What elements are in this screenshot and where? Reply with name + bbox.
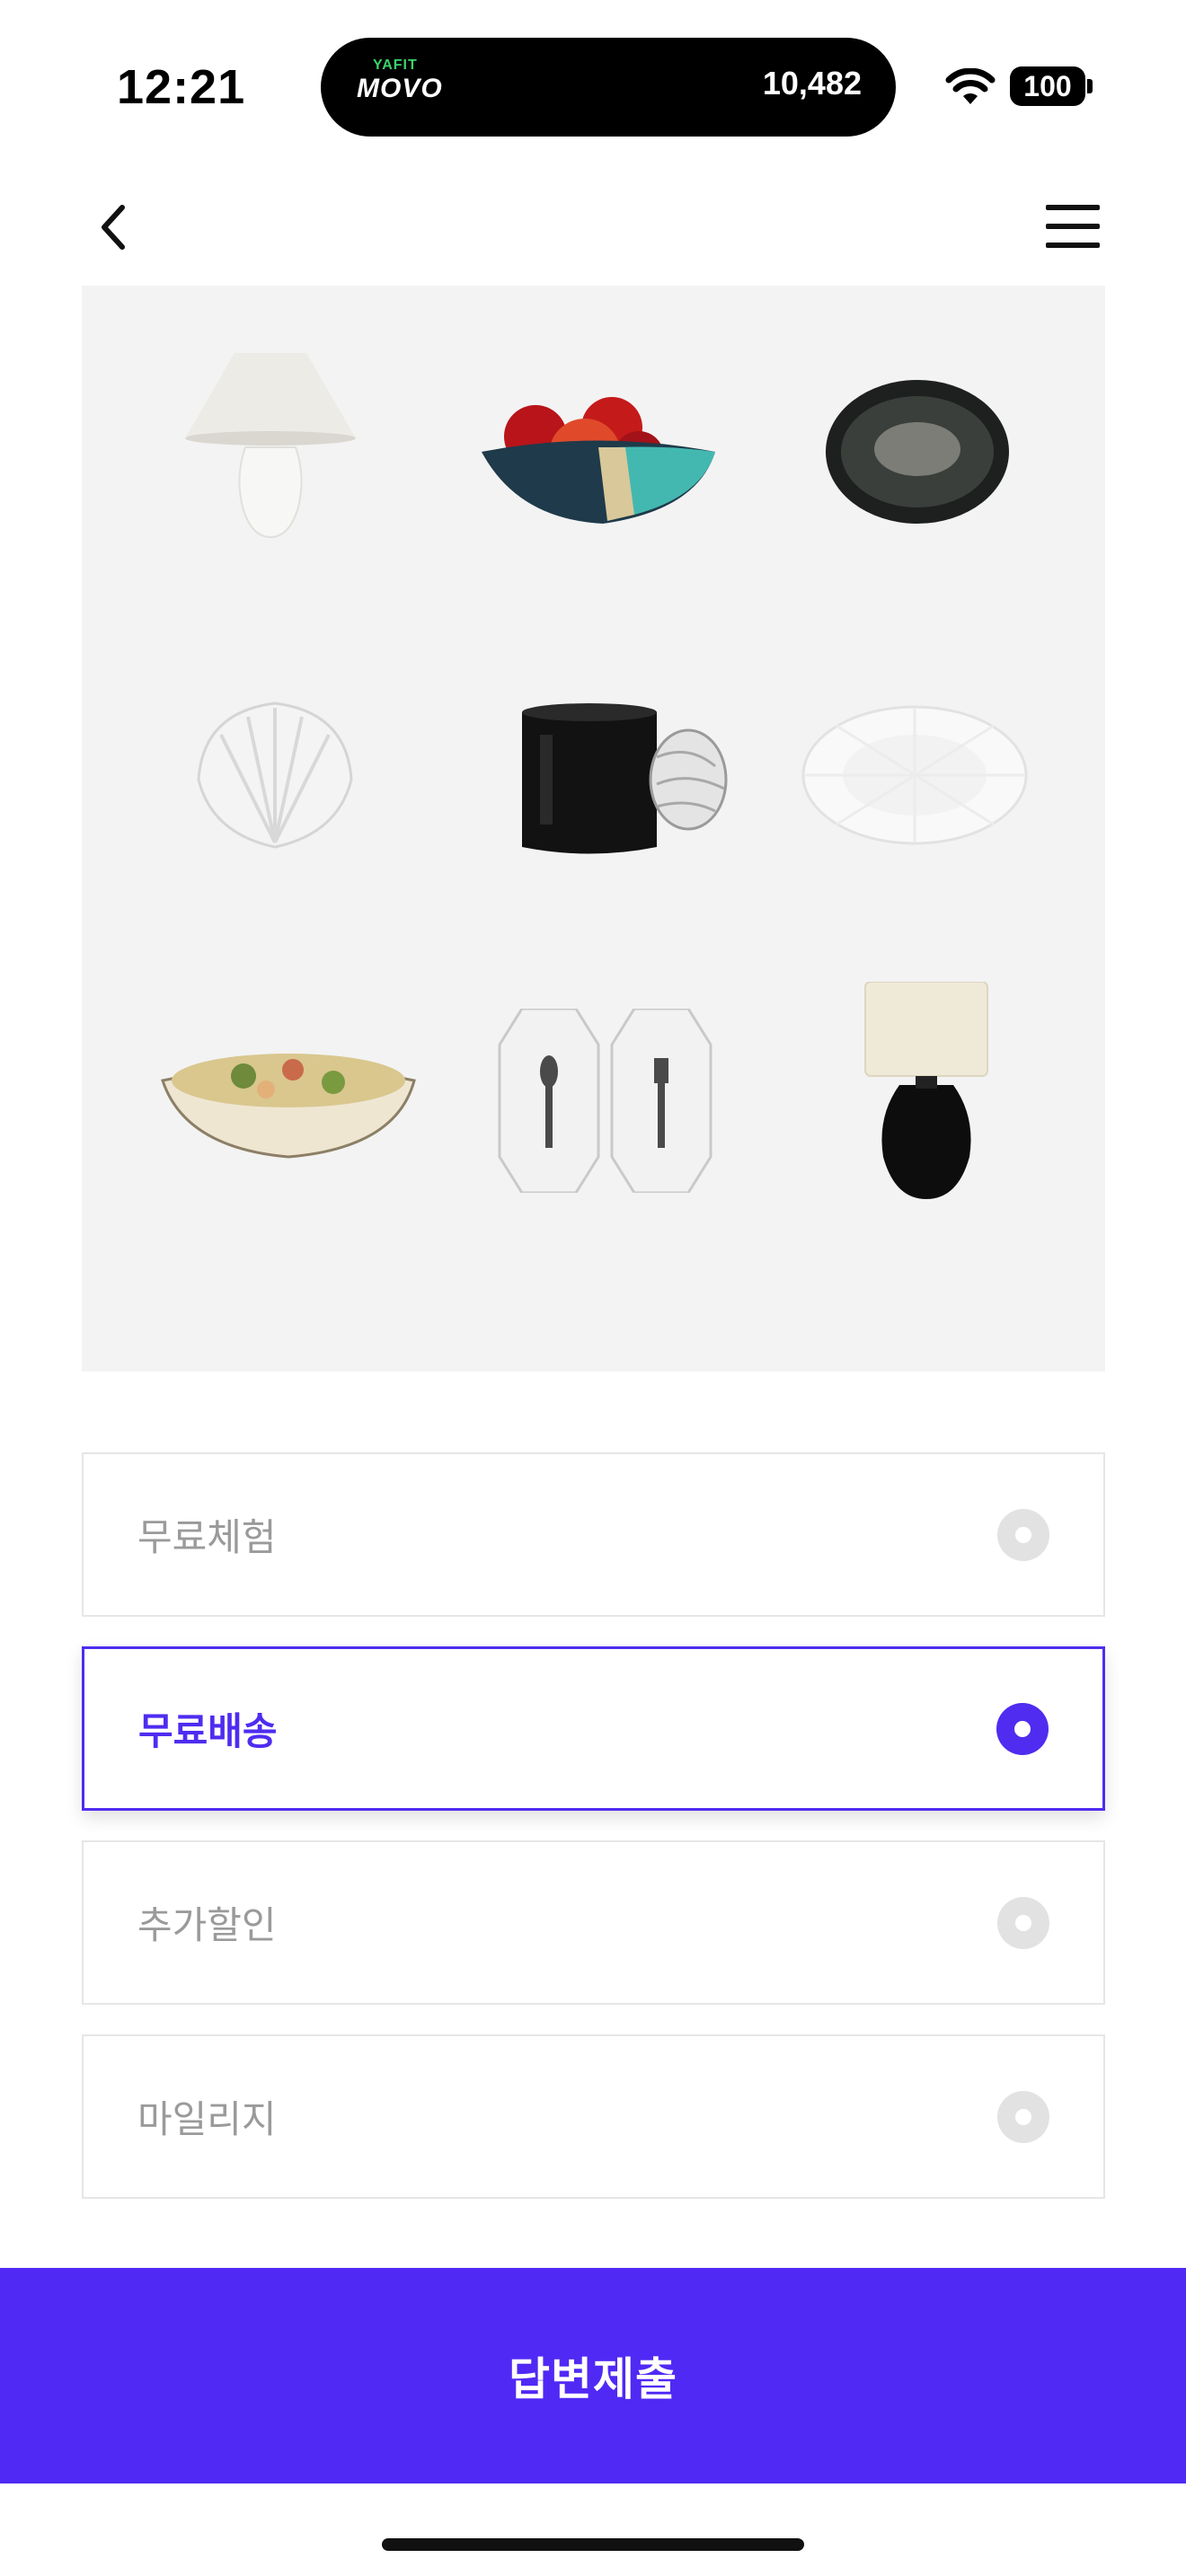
battery-icon: 100 — [1010, 66, 1085, 106]
option-label: 마일리지 — [137, 2097, 277, 2141]
menu-bar — [1046, 243, 1100, 248]
radio-icon[interactable] — [997, 2090, 1049, 2143]
black-mug — [522, 703, 728, 854]
radio-selected-icon[interactable] — [996, 1702, 1049, 1755]
back-button[interactable] — [86, 196, 140, 259]
option-label: 무료체험 — [137, 1515, 277, 1559]
option-label: 추가할인 — [137, 1903, 277, 1947]
table-lamp-black — [864, 982, 988, 1199]
hamburger-menu-icon — [1046, 205, 1100, 210]
menu-button[interactable] — [1040, 199, 1105, 253]
option-extra-discount[interactable]: 추가할인 — [82, 1840, 1105, 2005]
submit-answer-button[interactable]: 답변제출 — [0, 2268, 1186, 2483]
logo-title: MOVO — [357, 74, 443, 103]
option-mileage[interactable]: 마일리지 — [82, 2034, 1105, 2199]
pasta-bowl — [161, 1054, 416, 1159]
step-count: 10,482 — [762, 65, 862, 101]
wifi-icon — [945, 68, 996, 104]
battery-tip — [1087, 79, 1093, 93]
menu-bar — [1046, 224, 1100, 229]
logo-subtitle: YAFIT — [373, 57, 418, 73]
option-free-shipping[interactable]: 무료배송 — [82, 1646, 1105, 1811]
radio-dot — [1015, 2108, 1031, 2125]
option-label: 무료배송 — [138, 1709, 278, 1753]
fruit-bowl-teal — [482, 397, 715, 524]
status-time: 12:21 — [117, 60, 246, 114]
home-indicator[interactable] — [382, 2538, 804, 2551]
table-lamp-white — [185, 353, 356, 539]
option-free-trial[interactable]: 무료체험 — [82, 1452, 1105, 1617]
product-image-grid — [82, 286, 1105, 1372]
dynamic-island[interactable]: YAFIT MOVO 10,482 — [321, 38, 896, 137]
dark-oval-plate — [826, 380, 1009, 524]
radio-dot — [1014, 1720, 1031, 1737]
flower-plate-white — [801, 705, 1028, 845]
status-bar: 12:21 YAFIT MOVO 10,482 100 — [0, 0, 1186, 171]
radio-icon[interactable] — [997, 1896, 1049, 1949]
radio-dot — [1015, 1914, 1031, 1931]
shell-dish-white — [197, 701, 353, 849]
battery-level: 100 — [1023, 70, 1072, 102]
chevron-left-icon — [102, 205, 125, 250]
radio-icon[interactable] — [997, 1508, 1049, 1561]
octagon-cutlery-trays — [498, 1009, 712, 1193]
radio-dot — [1015, 1526, 1031, 1543]
submit-label: 답변제출 — [509, 2354, 677, 2404]
movo-logo: YAFIT MOVO — [357, 57, 442, 117]
